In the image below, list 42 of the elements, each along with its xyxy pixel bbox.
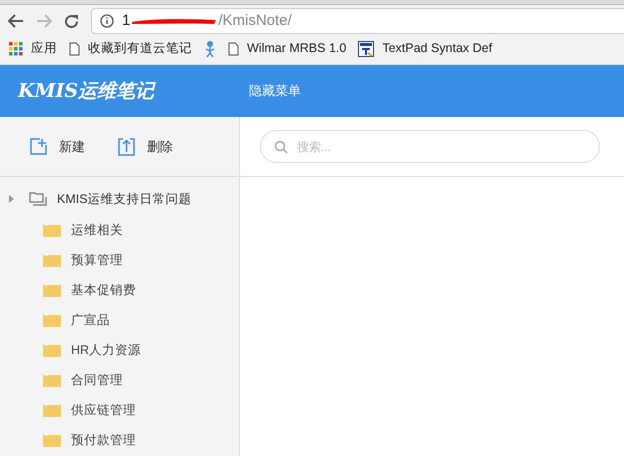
- app-title: KMIS运维笔记: [16, 78, 157, 104]
- tree-item[interactable]: 预付款管理: [0, 425, 239, 455]
- bookmark[interactable]: 应用: [9, 39, 57, 58]
- url-text: 1: [122, 10, 130, 31]
- toolbar-button[interactable]: 新建: [30, 136, 85, 156]
- search-field[interactable]: 搜索...: [260, 130, 600, 163]
- tree-item[interactable]: HR人力资源: [0, 335, 239, 365]
- reload-icon[interactable]: [64, 14, 79, 28]
- address-bar[interactable]: 1 /KmisNote/: [91, 8, 624, 34]
- tree-item[interactable]: 供应链管理: [0, 395, 239, 425]
- info-icon: [100, 14, 114, 28]
- back-icon[interactable]: [8, 14, 24, 28]
- folder-icon: [43, 373, 61, 387]
- page-icon: [69, 42, 80, 56]
- folder-icon: [43, 223, 61, 237]
- page-icon: [228, 42, 239, 56]
- bookmark[interactable]: [204, 40, 216, 58]
- folder-icon: [43, 283, 61, 297]
- textpad-icon: [358, 40, 374, 56]
- search-icon: [274, 140, 288, 154]
- bookmark[interactable]: TextPad Syntax Def: [358, 39, 492, 58]
- tree-item[interactable]: 预算管理: [0, 245, 239, 275]
- folders-icon: [29, 192, 47, 206]
- folder-icon: [43, 433, 61, 447]
- folder-icon: [43, 343, 61, 357]
- tree-item[interactable]: 广宣品: [0, 305, 239, 335]
- tree-item[interactable]: 合同管理: [0, 365, 239, 395]
- bookmark[interactable]: 收藏到有道云笔记: [69, 39, 192, 58]
- tree-item[interactable]: 运维相关: [0, 215, 239, 245]
- add-icon: [30, 138, 47, 155]
- tree-item[interactable]: 基本促销费: [0, 275, 239, 305]
- folder-icon: [43, 313, 61, 327]
- bookmark[interactable]: Wilmar MRBS 1.0: [228, 39, 346, 58]
- folder-icon: [43, 403, 61, 417]
- url-path: /KmisNote/: [218, 10, 292, 31]
- apps-grid-icon: [9, 42, 23, 56]
- toolbar-button[interactable]: 删除: [118, 136, 173, 156]
- figure-icon: [204, 40, 216, 58]
- upload-icon: [118, 138, 135, 156]
- expand-arrow-icon: [9, 195, 14, 203]
- tree-item[interactable]: KMIS运维支持日常问题: [0, 189, 239, 209]
- folder-icon: [43, 253, 61, 267]
